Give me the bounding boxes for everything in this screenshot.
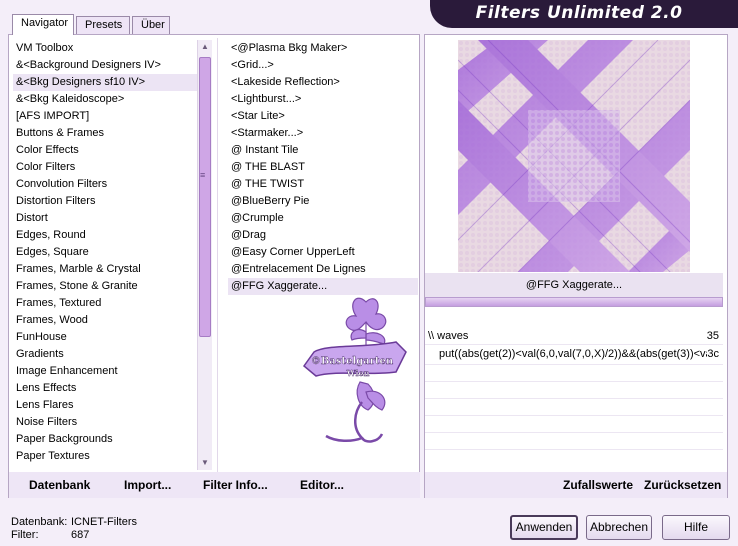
category-item[interactable]: Frames, Stone & Granite bbox=[13, 278, 197, 295]
formula-text: put((abs(get(2))<val(6,0,val(7,0,X)/2))&… bbox=[439, 348, 719, 362]
grid-line bbox=[425, 432, 723, 433]
help-button[interactable]: Hilfe bbox=[662, 515, 730, 540]
category-item[interactable]: [AFS IMPORT] bbox=[13, 108, 197, 125]
grid-line bbox=[425, 415, 723, 416]
progress-fill bbox=[426, 298, 722, 306]
category-item[interactable]: Paper Textures bbox=[13, 448, 197, 465]
formula-overflow: 3c bbox=[707, 348, 719, 360]
filter-item[interactable]: <Grid...> bbox=[228, 57, 418, 74]
category-item[interactable]: Color Effects bbox=[13, 142, 197, 159]
category-scrollbar[interactable]: ▲ ≡ ▼ bbox=[197, 40, 212, 470]
category-item[interactable]: Lens Effects bbox=[13, 380, 197, 397]
category-item[interactable]: Edges, Square bbox=[13, 244, 197, 261]
database-button[interactable]: Datenbank bbox=[29, 478, 90, 492]
preview-filter-name: @FFG Xaggerate... bbox=[425, 273, 723, 297]
category-item[interactable]: Frames, Textured bbox=[13, 295, 197, 312]
scroll-thumb[interactable] bbox=[199, 57, 211, 337]
param-value[interactable]: 35 bbox=[707, 328, 719, 345]
grid-line bbox=[425, 398, 723, 399]
filter-label: Filter: bbox=[11, 529, 39, 541]
preview-progress-bar bbox=[425, 297, 723, 307]
category-item[interactable]: Color Filters bbox=[13, 159, 197, 176]
filter-item[interactable]: <Lakeside Reflection> bbox=[228, 74, 418, 91]
tab-uber[interactable]: Über bbox=[132, 16, 170, 34]
reset-button[interactable]: Zurücksetzen bbox=[644, 478, 721, 492]
filter-item[interactable]: @Easy Corner UpperLeft bbox=[228, 244, 418, 261]
formula-code: put((abs(get(2))<val(6,0,val(7,0,X)/2))&… bbox=[439, 348, 719, 360]
category-item[interactable]: &<Bkg Designers sf10 IV> bbox=[13, 74, 197, 91]
category-item[interactable]: Lens Flares bbox=[13, 397, 197, 414]
list-divider bbox=[217, 38, 218, 472]
scroll-up-icon[interactable]: ▲ bbox=[198, 40, 212, 54]
filter-item[interactable]: <@Plasma Bkg Maker> bbox=[228, 40, 418, 57]
category-item[interactable]: Edges, Round bbox=[13, 227, 197, 244]
category-item[interactable]: Frames, Marble & Crystal bbox=[13, 261, 197, 278]
category-item[interactable]: Gradients bbox=[13, 346, 197, 363]
category-item[interactable]: Image Enhancement bbox=[13, 363, 197, 380]
scroll-down-icon[interactable]: ▼ bbox=[198, 456, 212, 470]
editor-button[interactable]: Editor... bbox=[300, 478, 344, 492]
grip-icon: ≡ bbox=[200, 170, 206, 180]
filter-item[interactable]: @ THE TWIST bbox=[228, 176, 418, 193]
filter-item[interactable]: @Crumple bbox=[228, 210, 418, 227]
category-item[interactable]: Distortion Filters bbox=[13, 193, 197, 210]
filter-item[interactable]: @ THE BLAST bbox=[228, 159, 418, 176]
category-item[interactable]: VM Toolbox bbox=[13, 40, 197, 57]
database-label: Datenbank: bbox=[11, 516, 68, 528]
category-item[interactable]: FunHouse bbox=[13, 329, 197, 346]
tab-presets[interactable]: Presets bbox=[76, 16, 130, 34]
category-item[interactable]: Noise Filters bbox=[13, 414, 197, 431]
filter-item[interactable]: <Star Lite> bbox=[228, 108, 418, 125]
category-item[interactable]: Frames, Wood bbox=[13, 312, 197, 329]
filter-item[interactable]: @Drag bbox=[228, 227, 418, 244]
apply-button[interactable]: Anwenden bbox=[510, 515, 578, 540]
database-value: ICNET-Filters bbox=[71, 516, 137, 528]
filter-item[interactable]: <Starmaker...> bbox=[228, 125, 418, 142]
category-list[interactable]: VM Toolbox &<Background Designers IV> &<Bk… bbox=[13, 40, 197, 472]
param-name: \\ waves bbox=[428, 330, 469, 342]
cancel-button[interactable]: Abbrechen bbox=[586, 515, 652, 540]
filter-item[interactable]: @Entrelacement De Lignes bbox=[228, 261, 418, 278]
filter-item[interactable]: @ Instant Tile bbox=[228, 142, 418, 159]
grid-line bbox=[425, 449, 723, 450]
svg-text:Wien: Wien bbox=[346, 368, 370, 378]
svg-text:©Bastelgarten: ©Bastelgarten bbox=[311, 356, 394, 367]
grid-line bbox=[425, 381, 723, 382]
filter-info-button[interactable]: Filter Info... bbox=[203, 478, 268, 492]
title-bar: Filters Unlimited 2.0 bbox=[430, 0, 738, 28]
category-item[interactable]: &<Bkg Kaleidoscope> bbox=[13, 91, 197, 108]
category-item[interactable]: Paper Backgrounds bbox=[13, 431, 197, 448]
category-item[interactable]: &<Background Designers IV> bbox=[13, 57, 197, 74]
watermark-logo: ©Bastelgarten Wien bbox=[296, 292, 414, 452]
category-item[interactable]: Distort bbox=[13, 210, 197, 227]
import-button[interactable]: Import... bbox=[124, 478, 171, 492]
status-database: Datenbank: ICNET-Filters bbox=[11, 516, 137, 528]
tab-navigator[interactable]: Navigator bbox=[12, 14, 74, 35]
status-filter: Filter: 687 bbox=[11, 529, 89, 541]
filter-count: 687 bbox=[71, 529, 90, 541]
grid-line bbox=[425, 364, 723, 365]
iris-logo-icon: ©Bastelgarten Wien bbox=[302, 297, 407, 443]
filter-item[interactable]: <Lightburst...> bbox=[228, 91, 418, 108]
app-title: Filters Unlimited 2.0 bbox=[475, 3, 683, 23]
param-row[interactable]: \\ waves 35 bbox=[425, 328, 723, 345]
category-item[interactable]: Buttons & Frames bbox=[13, 125, 197, 142]
filter-item[interactable]: @BlueBerry Pie bbox=[228, 193, 418, 210]
preview-image bbox=[458, 40, 690, 272]
random-values-button[interactable]: Zufallswerte bbox=[563, 478, 633, 492]
category-item[interactable]: Convolution Filters bbox=[13, 176, 197, 193]
